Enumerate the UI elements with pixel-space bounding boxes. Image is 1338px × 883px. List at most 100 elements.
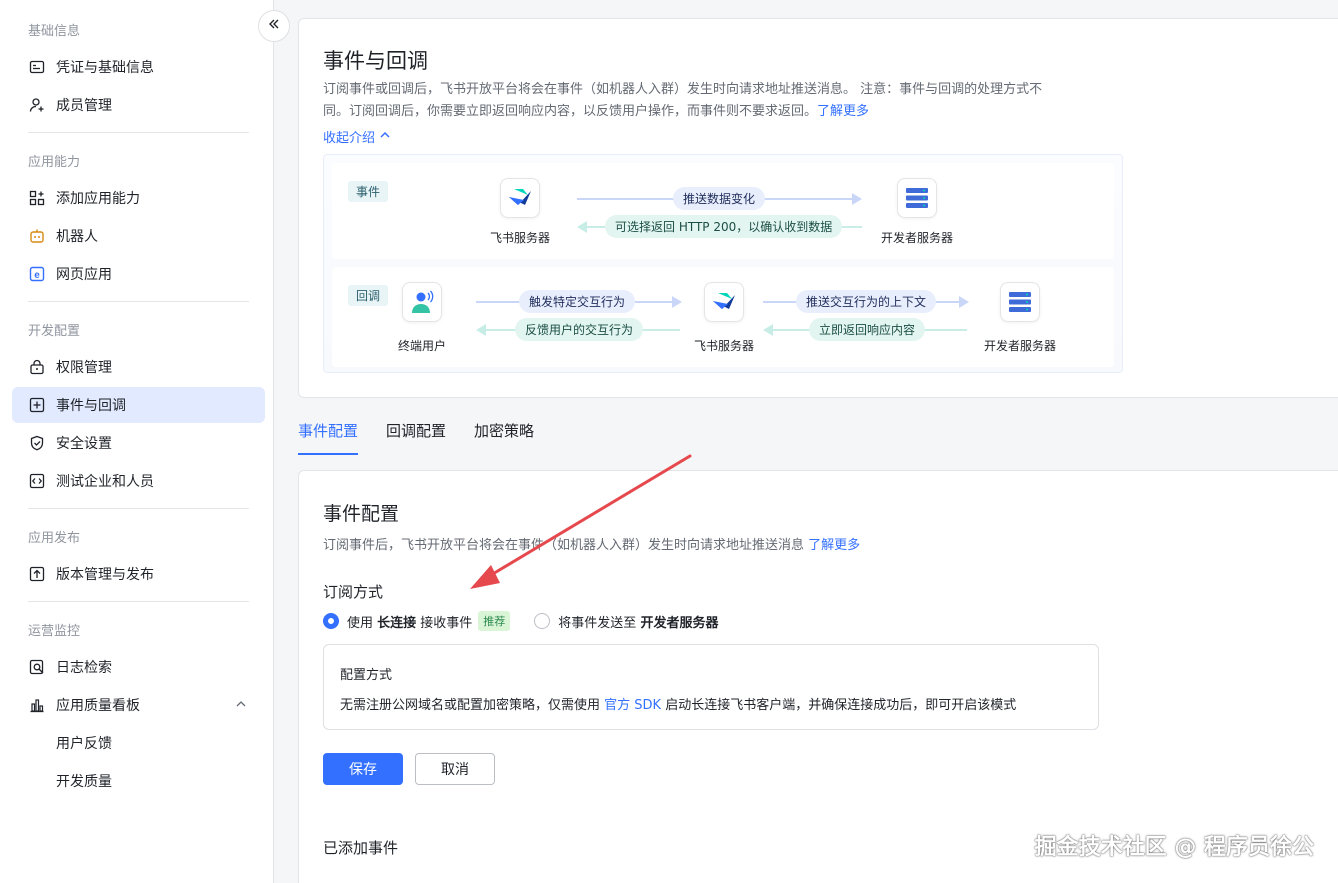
official-sdk-link[interactable]: 官方 SDK — [604, 698, 661, 713]
sidebar-item-label: 版本管理与发布 — [56, 567, 154, 583]
save-button[interactable]: 保存 — [323, 753, 403, 785]
developer-server-radio[interactable] — [534, 613, 551, 629]
sidebar-item-label: 网页应用 — [56, 267, 112, 283]
config-mode-title: 配置方式 — [340, 668, 393, 683]
sidebar-item-events-callbacks[interactable]: 事件与回调 — [12, 387, 265, 423]
sidebar-divider — [28, 508, 249, 509]
sidebar-item-label: 成员管理 — [56, 98, 112, 114]
group-title-basic: 基础信息 — [28, 24, 81, 39]
sidebar-item-label: 机器人 — [56, 229, 98, 245]
collapse-intro-label: 收起介绍 — [323, 131, 376, 146]
config-tabs: 事件配置 回调配置 加密策略 — [298, 420, 534, 455]
feedback-interaction-label: 反馈用户的交互行为 — [515, 318, 644, 341]
config-mode-description: 无需注册公网域名或配置加密策略，仅需使用 官方 SDK 启动长连接飞书客户端，并… — [340, 698, 1017, 713]
sidebar-item-label: 安全设置 — [56, 436, 112, 452]
tab-encryption[interactable]: 加密策略 — [474, 420, 534, 455]
chevron-up-icon[interactable] — [235, 698, 247, 714]
sidebar-item-test-tenants[interactable]: 测试企业和人员 — [12, 463, 265, 499]
sidebar-item-credentials[interactable]: 凭证与基础信息 — [12, 49, 265, 85]
sidebar-item-user-feedback[interactable]: 用户反馈 — [12, 725, 265, 761]
group-title-release: 应用发布 — [28, 531, 81, 546]
push-context-label: 推送交互行为的上下文 — [796, 290, 937, 313]
apps-add-icon — [28, 189, 46, 207]
long-connection-radio[interactable] — [323, 613, 339, 629]
feishu-server-label: 飞书服务器 — [490, 231, 551, 245]
callback-tag: 回调 — [348, 285, 389, 306]
learn-more-link[interactable]: 了解更多 — [808, 538, 860, 553]
sidebar-item-versions[interactable]: 版本管理与发布 — [12, 556, 265, 592]
sidebar-item-log-search[interactable]: 日志检索 — [12, 649, 265, 685]
return-response-label: 立即返回响应内容 — [809, 318, 926, 341]
sidebar-item-label: 开发质量 — [56, 774, 112, 790]
feishu-logo-icon — [500, 178, 540, 218]
flow-diagram: 事件 飞书服务器 推送数据变化 可选择返回 HTTP 200，以确认收到数据 开… — [323, 154, 1123, 373]
sidebar: 基础信息 凭证与基础信息 成员管理 应用能力 添加应用能力 机器人 e 网页应用… — [0, 0, 274, 883]
feishu-logo-icon — [704, 282, 744, 322]
add-user-icon — [28, 96, 46, 114]
event-config-card: 事件配置 订阅事件后，飞书开放平台将会在事件（如机器人入群）发生时向请求地址推送… — [298, 470, 1338, 883]
collapse-intro-link[interactable]: 收起介绍 — [323, 127, 391, 146]
id-card-icon — [28, 58, 46, 76]
page-title: 事件与回调 — [323, 49, 428, 73]
intro-card: 事件与回调 订阅事件或回调后，飞书开放平台将会在事件（如机器人入群）发生时向请求… — [298, 18, 1338, 398]
cancel-button[interactable]: 取消 — [415, 753, 495, 785]
collapse-sidebar-button[interactable] — [258, 10, 290, 42]
web-app-icon: e — [28, 265, 46, 283]
sidebar-item-label: 权限管理 — [56, 360, 112, 376]
robot-icon — [28, 227, 46, 245]
return-http-200-label: 可选择返回 HTTP 200，以确认收到数据 — [605, 215, 843, 238]
watermark: 掘金技术社区 @ 程序员徐公 — [1034, 835, 1314, 860]
sidebar-item-label: 测试企业和人员 — [56, 474, 154, 490]
intro-description: 订阅事件或回调后，飞书开放平台将会在事件（如机器人入群）发生时向请求地址推送消息… — [323, 79, 1113, 123]
bar-chart-icon — [28, 696, 46, 714]
upload-icon — [28, 565, 46, 583]
option-text: 将事件发送至 开发者服务器 — [558, 615, 719, 631]
code-icon — [28, 472, 46, 490]
event-flow-row: 事件 飞书服务器 推送数据变化 可选择返回 HTTP 200，以确认收到数据 开… — [332, 163, 1114, 259]
sidebar-divider — [28, 601, 249, 602]
sidebar-item-robot[interactable]: 机器人 — [12, 218, 265, 254]
section-desc-text: 订阅事件后，飞书开放平台将会在事件（如机器人入群）发生时向请求地址推送消息 — [323, 538, 805, 553]
event-icon — [28, 396, 46, 414]
end-user-label: 终端用户 — [398, 339, 447, 353]
subscribe-method-options: 使用 长连接 接收事件 推荐 将事件发送至 开发者服务器 — [323, 611, 718, 631]
sidebar-item-quality-board[interactable]: 应用质量看板 — [12, 687, 265, 723]
svg-text:e: e — [34, 270, 40, 281]
recommended-badge: 推荐 — [478, 611, 511, 631]
server-icon — [897, 178, 937, 218]
sidebar-item-security[interactable]: 安全设置 — [12, 425, 265, 461]
section-description: 订阅事件后，飞书开放平台将会在事件（如机器人入群）发生时向请求地址推送消息 了解… — [323, 534, 860, 553]
callback-flow-row: 回调 终端用户 触发特定交互行为 反馈用户的交互行为 飞书服务器 推送交互行为的… — [332, 267, 1114, 367]
trigger-interaction-label: 触发特定交互行为 — [519, 290, 636, 313]
section-title: 事件配置 — [323, 503, 400, 525]
sidebar-item-members[interactable]: 成员管理 — [12, 87, 265, 123]
intro-desc-line2: 同。订阅回调后，你需要立即返回响应内容，以反馈用户操作，而事件则不要求返回。 — [323, 104, 818, 119]
group-title-capabilities: 应用能力 — [28, 155, 81, 170]
added-events-title: 已添加事件 — [323, 839, 399, 857]
sidebar-item-label: 添加应用能力 — [56, 191, 140, 207]
sidebar-item-permissions[interactable]: 权限管理 — [12, 349, 265, 385]
shield-icon — [28, 434, 46, 452]
learn-more-link[interactable]: 了解更多 — [817, 104, 869, 119]
arrow-right-icon — [672, 296, 682, 308]
group-title-dev-config: 开发配置 — [28, 324, 81, 339]
sidebar-divider — [28, 301, 249, 302]
sidebar-item-dev-quality[interactable]: 开发质量 — [12, 763, 265, 799]
push-data-change-label: 推送数据变化 — [673, 187, 766, 210]
sidebar-item-web-app[interactable]: e 网页应用 — [12, 256, 265, 292]
sidebar-divider — [28, 132, 249, 133]
end-user-icon — [402, 282, 442, 322]
group-title-monitoring: 运营监控 — [28, 624, 81, 639]
tab-event-config[interactable]: 事件配置 — [298, 420, 359, 455]
sidebar-item-label: 事件与回调 — [56, 398, 126, 414]
option-text: 使用 长连接 接收事件 — [347, 615, 473, 631]
sidebar-item-add-capability[interactable]: 添加应用能力 — [12, 180, 265, 216]
double-chevron-left-icon — [267, 17, 281, 35]
feishu-server-label: 飞书服务器 — [694, 339, 755, 353]
arrow-right-icon — [959, 296, 969, 308]
developer-server-label: 开发者服务器 — [984, 339, 1057, 353]
lock-icon — [28, 358, 46, 376]
tab-callback-config[interactable]: 回调配置 — [386, 420, 446, 455]
chevron-up-icon — [379, 129, 391, 145]
subscribe-method-title: 订阅方式 — [323, 583, 384, 601]
